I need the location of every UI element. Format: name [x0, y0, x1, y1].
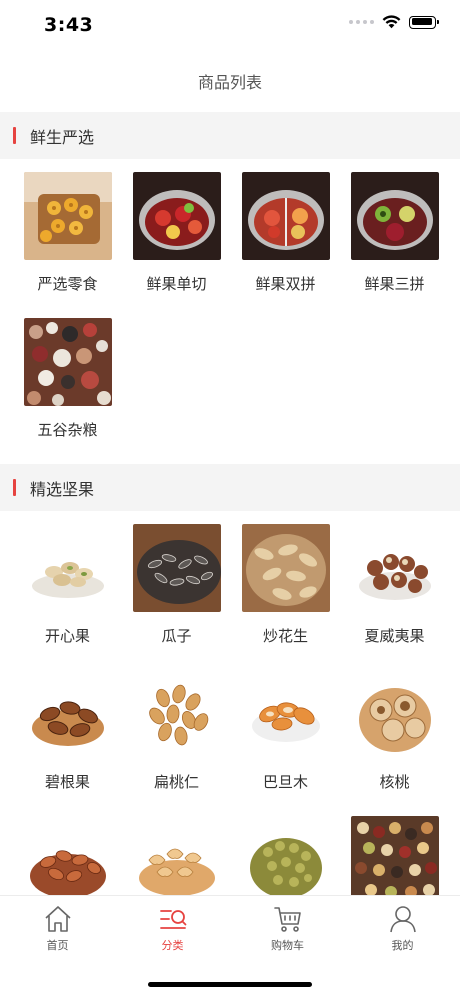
product-label: 鲜果双拼	[255, 275, 316, 293]
home-icon	[44, 906, 71, 932]
status-indicators	[349, 15, 439, 29]
tab-label: 购物车	[271, 939, 304, 952]
product-item[interactable]: 扁桃仁	[122, 670, 231, 816]
screen: 3:43 商品列表 鲜生严选 严选零食 鲜果单切 鲜果双拼 鲜果三拼 五谷杂粮 …	[0, 0, 460, 996]
status-time: 3:43	[44, 14, 94, 36]
product-item[interactable]: 五谷杂粮	[13, 318, 122, 464]
product-item[interactable]: 瓜子	[122, 524, 231, 670]
product-item[interactable]	[13, 816, 122, 895]
product-list[interactable]: 鲜生严选 严选零食 鲜果单切 鲜果双拼 鲜果三拼 五谷杂粮 精选坚果 开心果 瓜…	[0, 112, 460, 895]
cashew-image	[132, 816, 221, 895]
fruit-bowl-image	[132, 172, 221, 260]
nav-bar: 商品列表	[0, 50, 460, 112]
product-label: 鲜果单切	[146, 275, 207, 293]
product-item[interactable]: 严选零食	[13, 172, 122, 318]
tab-label: 我的	[391, 939, 414, 952]
almond-image	[132, 670, 221, 758]
section-accent-bar	[13, 479, 16, 496]
raisins-image	[241, 816, 330, 895]
tab-cart[interactable]: 购物车	[230, 896, 345, 958]
tab-label: 首页	[46, 939, 69, 952]
fruit-bowl-image	[241, 172, 330, 260]
sunflower-seeds-image	[132, 524, 221, 612]
fruit-bowl-image	[350, 172, 439, 260]
product-item[interactable]: 开心果	[13, 524, 122, 670]
section-header: 精选坚果	[0, 464, 460, 511]
product-label: 鲜果三拼	[364, 275, 425, 293]
home-indicator	[148, 982, 312, 987]
product-item[interactable]	[122, 816, 231, 895]
category-icon	[159, 910, 186, 929]
mixed-grains-image	[23, 318, 112, 406]
cart-icon	[273, 907, 301, 932]
product-item[interactable]: 核桃	[340, 670, 449, 816]
product-item[interactable]: 炒花生	[231, 524, 340, 670]
walnut-image	[350, 670, 439, 758]
section-title: 精选坚果	[30, 479, 95, 499]
product-label: 巴旦木	[262, 773, 308, 791]
wifi-icon	[382, 15, 401, 29]
product-item[interactable]	[340, 816, 449, 895]
product-label: 瓜子	[161, 627, 192, 645]
product-label: 碧根果	[44, 773, 90, 791]
user-icon	[389, 906, 416, 933]
product-label: 扁桃仁	[153, 773, 199, 791]
product-label: 炒花生	[262, 627, 308, 645]
tab-profile[interactable]: 我的	[345, 896, 460, 958]
battery-icon	[409, 15, 439, 29]
tab-bar: 首页 分类 购物车 我的	[0, 895, 460, 996]
tab-category[interactable]: 分类	[115, 896, 230, 958]
macadamia-image	[350, 524, 439, 612]
section-grid: 开心果 瓜子 炒花生 夏威夷果 碧根果 扁桃仁 巴旦木 核桃	[0, 511, 460, 895]
product-item[interactable]: 夏威夷果	[340, 524, 449, 670]
product-label: 开心果	[44, 627, 90, 645]
pecan-image	[23, 670, 112, 758]
pine-nuts-image	[23, 816, 112, 895]
badam-image	[241, 670, 330, 758]
product-item[interactable]: 鲜果双拼	[231, 172, 340, 318]
product-label: 夏威夷果	[364, 627, 425, 645]
product-label: 严选零食	[37, 275, 98, 293]
product-item[interactable]: 碧根果	[13, 670, 122, 816]
tab-label: 分类	[161, 939, 184, 952]
snack-cookies-image	[23, 172, 112, 260]
product-item[interactable]: 鲜果单切	[122, 172, 231, 318]
section-accent-bar	[13, 127, 16, 144]
section-grid: 严选零食 鲜果单切 鲜果双拼 鲜果三拼 五谷杂粮	[0, 159, 460, 464]
tab-list: 首页 分类 购物车 我的	[0, 896, 460, 958]
cellular-signal-icon	[349, 20, 374, 24]
product-label: 核桃	[379, 773, 410, 791]
peanuts-image	[241, 524, 330, 612]
product-item[interactable]: 鲜果三拼	[340, 172, 449, 318]
pistachio-image	[23, 524, 112, 612]
page-title: 商品列表	[197, 73, 262, 92]
status-bar: 3:43	[0, 0, 460, 50]
section-header: 鲜生严选	[0, 112, 460, 159]
product-item[interactable]: 巴旦木	[231, 670, 340, 816]
product-item[interactable]	[231, 816, 340, 895]
mixed-nuts-image	[350, 816, 439, 895]
tab-home[interactable]: 首页	[0, 896, 115, 958]
section-title: 鲜生严选	[30, 127, 95, 147]
product-label: 五谷杂粮	[37, 421, 98, 439]
